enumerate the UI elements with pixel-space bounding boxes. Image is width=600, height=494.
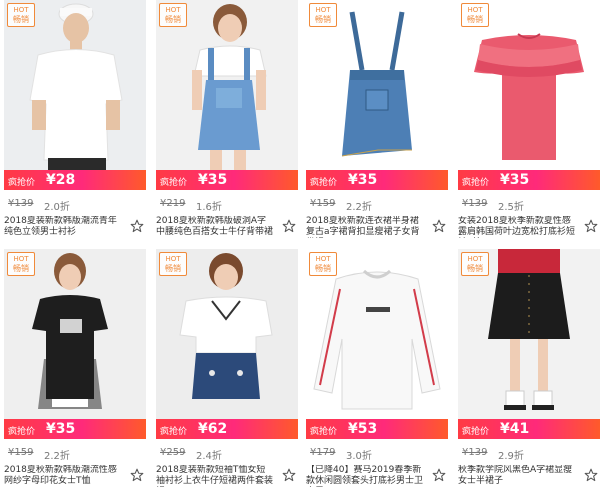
original-price: ¥139 xyxy=(462,447,488,458)
original-price: ¥159 xyxy=(8,447,34,458)
favorite-star-icon[interactable] xyxy=(130,219,144,233)
original-price: ¥179 xyxy=(310,447,336,458)
flash-price-bar: 疯抢价 ¥35 xyxy=(458,170,600,190)
flash-price-bar: 疯抢价 ¥35 xyxy=(4,419,146,439)
favorite-star-icon[interactable] xyxy=(282,468,296,482)
product-title[interactable]: 【已降40】赛马2019春季新款休闲圆领套头打底衫男士卫衣男 xyxy=(306,465,424,487)
sale-price: ¥41 xyxy=(500,421,530,437)
product-image[interactable]: HOT 畅销 xyxy=(458,249,600,419)
favorite-star-icon[interactable] xyxy=(584,468,598,482)
product-title[interactable]: 2018夏装新款短袖T恤女短袖衬衫上衣牛仔短裙两件套装裙 xyxy=(156,465,274,487)
price-label: 疯抢价 xyxy=(160,178,188,188)
product-image[interactable]: HOT 畅销 xyxy=(306,249,448,419)
flash-price-bar: 疯抢价 ¥53 xyxy=(306,419,448,439)
product-card[interactable]: HOT 畅销 疯抢价 ¥35 ¥219 1.6折 2018夏秋新款韩版破洞A字中… xyxy=(156,0,298,245)
product-card[interactable]: HOT 畅销 疯抢价 ¥53 ¥179 3.0折 【已降40】赛马2019春季新… xyxy=(306,249,448,494)
original-price: ¥159 xyxy=(310,198,336,209)
price-label: 疯抢价 xyxy=(160,427,188,437)
hot-badge: HOT 畅销 xyxy=(159,252,187,276)
favorite-star-icon[interactable] xyxy=(432,468,446,482)
sale-price: ¥35 xyxy=(46,421,76,437)
flash-price-bar: 疯抢价 ¥62 xyxy=(156,419,298,439)
product-title[interactable]: 2018夏秋新款韩版破洞A字中腰纯色百搭女士牛仔背带裙 xyxy=(156,216,274,238)
discount: 2.2折 xyxy=(346,202,372,213)
discount: 2.2折 xyxy=(44,451,70,462)
product-card[interactable]: HOT 畅销 疯抢价 ¥35 ¥139 2.5折 女装2018夏秋季新款夏性感露… xyxy=(458,0,600,245)
sale-price: ¥35 xyxy=(198,172,228,188)
sale-price: ¥62 xyxy=(198,421,228,437)
product-title[interactable]: 2018夏装新款韩版潮流青年纯色立领男士衬衫 xyxy=(4,216,122,238)
price-label: 疯抢价 xyxy=(8,178,36,188)
favorite-star-icon[interactable] xyxy=(584,219,598,233)
product-title[interactable]: 女装2018夏秋季新款夏性感露肩韩国荷叶边宽松打底衫短袖T恤 xyxy=(458,216,576,238)
flash-price-bar: 疯抢价 ¥28 xyxy=(4,170,146,190)
original-price: ¥139 xyxy=(8,198,34,209)
product-card[interactable]: HOT 畅销 疯抢价 ¥28 ¥139 2.0折 2018夏装新款韩版潮流青年纯… xyxy=(4,0,146,245)
product-card[interactable]: HOT 畅销 疯抢价 ¥35 ¥159 2.2折 2018夏秋新款连衣裙半身裙复… xyxy=(306,0,448,245)
discount: 2.9折 xyxy=(498,451,524,462)
original-price: ¥259 xyxy=(160,447,186,458)
price-label: 疯抢价 xyxy=(462,427,490,437)
flash-price-bar: 疯抢价 ¥41 xyxy=(458,419,600,439)
price-label: 疯抢价 xyxy=(310,427,338,437)
product-image[interactable]: HOT 畅销 xyxy=(4,249,146,419)
sale-price: ¥28 xyxy=(46,172,76,188)
price-label: 疯抢价 xyxy=(8,427,36,437)
product-grid: HOT 畅销 疯抢价 ¥28 ¥139 2.0折 2018夏装新款韩版潮流青年纯… xyxy=(0,0,600,494)
product-card[interactable]: HOT 畅销 疯抢价 ¥62 ¥259 2.4折 2018夏装新款短袖T恤女短袖… xyxy=(156,249,298,494)
product-image[interactable]: HOT 畅销 xyxy=(4,0,146,170)
sale-price: ¥53 xyxy=(348,421,378,437)
hot-badge: HOT 畅销 xyxy=(309,3,337,27)
product-image[interactable]: HOT 畅销 xyxy=(156,0,298,170)
product-title[interactable]: 2018夏秋新款韩版潮流性感网纱字母印花女士T恤 xyxy=(4,465,122,487)
product-card[interactable]: HOT 畅销 疯抢价 ¥35 ¥159 2.2折 2018夏秋新款韩版潮流性感网… xyxy=(4,249,146,494)
flash-price-bar: 疯抢价 ¥35 xyxy=(156,170,298,190)
hot-badge: HOT 畅销 xyxy=(7,252,35,276)
product-image[interactable]: HOT 畅销 xyxy=(306,0,448,170)
original-price: ¥139 xyxy=(462,198,488,209)
sale-price: ¥35 xyxy=(348,172,378,188)
discount: 2.4折 xyxy=(196,451,222,462)
hot-badge: HOT 畅销 xyxy=(159,3,187,27)
flash-price-bar: 疯抢价 ¥35 xyxy=(306,170,448,190)
price-label: 疯抢价 xyxy=(462,178,490,188)
discount: 1.6折 xyxy=(196,202,222,213)
product-image[interactable]: HOT 畅销 xyxy=(458,0,600,170)
original-price: ¥219 xyxy=(160,198,186,209)
product-image[interactable]: HOT 畅销 xyxy=(156,249,298,419)
hot-badge: HOT 畅销 xyxy=(7,3,35,27)
favorite-star-icon[interactable] xyxy=(130,468,144,482)
product-card[interactable]: HOT 畅销 疯抢价 ¥41 ¥139 2.9折 秋季款学院风黑色A字裙显瘦女士… xyxy=(458,249,600,494)
product-title[interactable]: 2018夏秋新款连衣裙半身裙复古a字裙背扣显瘦裙子女背带裙 xyxy=(306,216,424,238)
hot-badge: HOT 畅销 xyxy=(461,252,489,276)
hot-badge: HOT 畅销 xyxy=(309,252,337,276)
favorite-star-icon[interactable] xyxy=(282,219,296,233)
favorite-star-icon[interactable] xyxy=(432,219,446,233)
discount: 3.0折 xyxy=(346,451,372,462)
product-title[interactable]: 秋季款学院风黑色A字裙显瘦女士半裙子 xyxy=(458,465,576,487)
hot-badge: HOT 畅销 xyxy=(461,3,489,27)
discount: 2.0折 xyxy=(44,202,70,213)
sale-price: ¥35 xyxy=(500,172,530,188)
discount: 2.5折 xyxy=(498,202,524,213)
price-label: 疯抢价 xyxy=(310,178,338,188)
